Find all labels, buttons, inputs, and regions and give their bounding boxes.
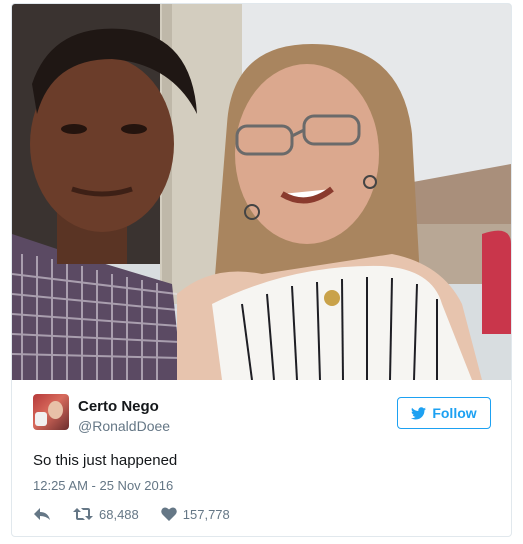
reply-icon: [34, 508, 50, 520]
user-avatar[interactable]: [33, 394, 69, 430]
tweet-header: Certo Nego @RonaldDoee Follow: [12, 380, 511, 440]
tweet-photo[interactable]: [12, 4, 511, 380]
twitter-bird-icon: [411, 406, 427, 419]
reply-action[interactable]: [33, 507, 51, 521]
like-count: 157,778: [182, 506, 230, 522]
tweet-actions: 68,488 157,778: [33, 504, 252, 524]
follow-button[interactable]: Follow: [397, 397, 491, 429]
embedded-tweet-card: Certo Nego @RonaldDoee Follow So this ju…: [11, 3, 512, 537]
display-name[interactable]: Certo Nego: [78, 398, 159, 415]
retweet-icon: [73, 508, 93, 520]
like-action[interactable]: 157,778: [161, 507, 230, 522]
tweet-text: So this just happened: [33, 452, 178, 469]
screen-name[interactable]: @RonaldDoee: [78, 418, 170, 434]
avatar-face: [48, 401, 63, 419]
avatar-detail: [35, 412, 47, 426]
follow-button-label: Follow: [432, 405, 477, 421]
tweet-timestamp[interactable]: 12:25 AM - 25 Nov 2016: [33, 478, 173, 493]
retweet-action[interactable]: 68,488: [73, 507, 139, 522]
retweet-count: 68,488: [99, 506, 139, 522]
heart-icon: [161, 507, 177, 521]
selfie-photo-illustration: [12, 4, 511, 380]
